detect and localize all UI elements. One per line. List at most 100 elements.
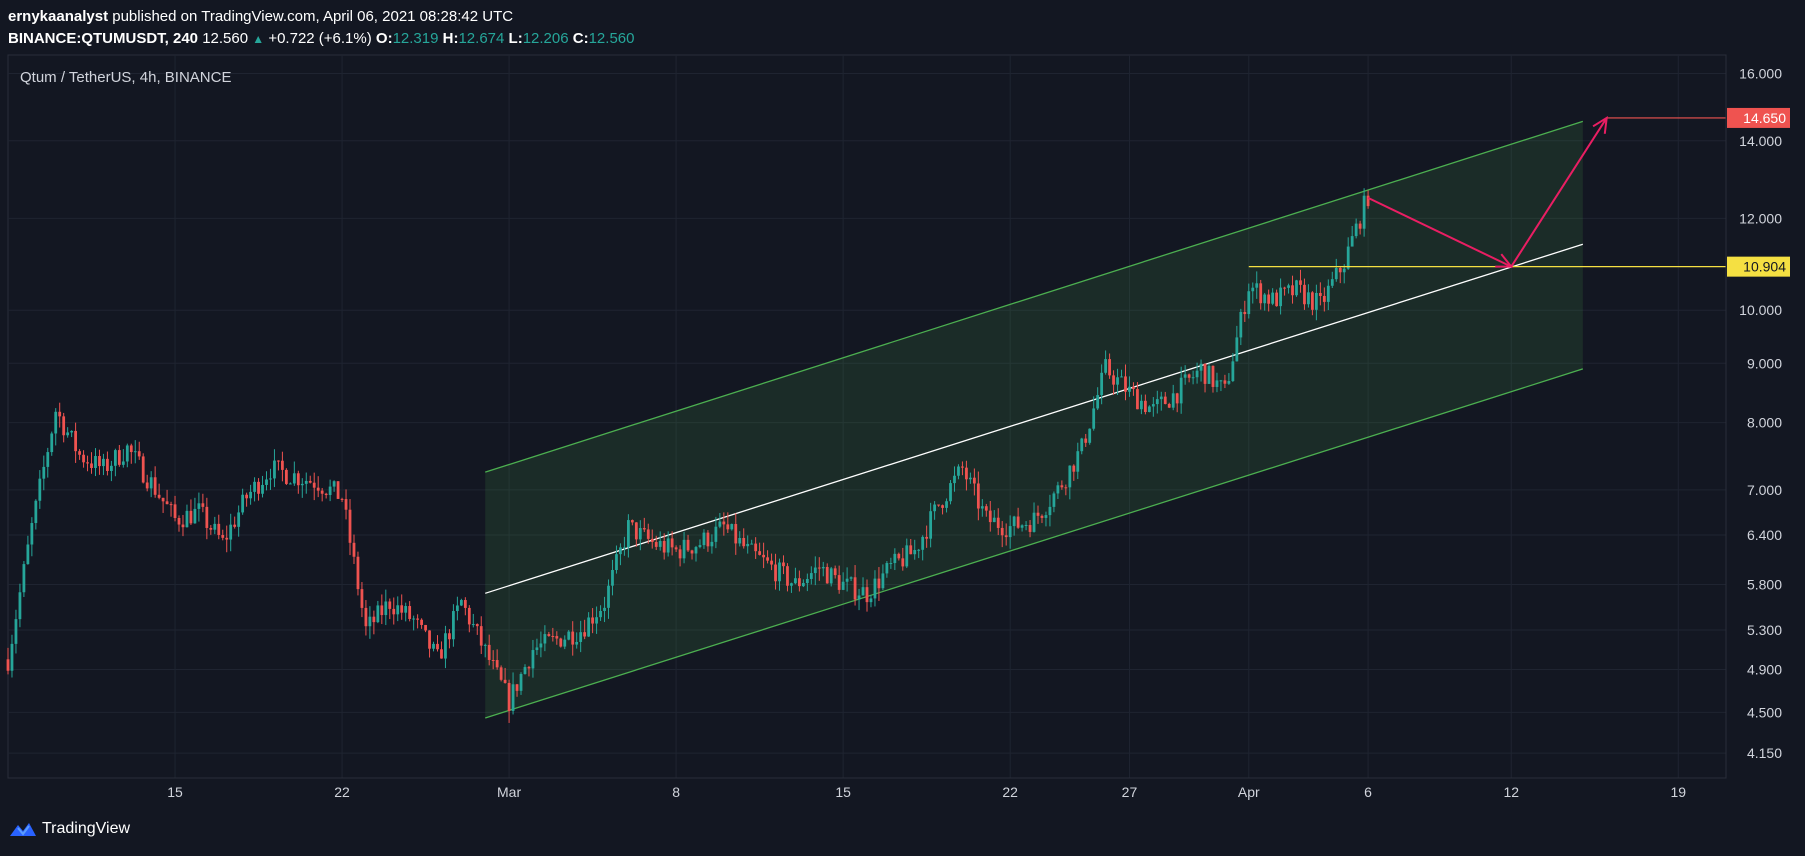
candle-body	[392, 608, 396, 615]
candle-body	[145, 482, 149, 489]
candle-body	[587, 617, 591, 637]
candle-body	[603, 607, 606, 611]
candle-body	[320, 490, 324, 494]
time-tick-label: Mar	[497, 784, 521, 800]
candle-body	[821, 566, 825, 569]
candle-body	[865, 587, 869, 603]
candle-body	[845, 578, 849, 582]
candle-body	[678, 549, 682, 559]
candle-body	[328, 486, 332, 496]
candle-body	[22, 564, 26, 593]
candle-body	[746, 543, 750, 547]
candle-body	[479, 626, 483, 646]
candle-body	[925, 536, 929, 539]
candle-body	[969, 477, 972, 480]
candle-body	[110, 465, 113, 472]
candle-body	[1151, 404, 1155, 407]
candle-body	[543, 634, 547, 644]
price-chart[interactable]: Qtum / TetherUS, 4h, BINANCE 4.1504.5004…	[0, 0, 1805, 856]
time-tick-label: 6	[1364, 784, 1372, 800]
candle-body	[734, 524, 738, 544]
candle-body	[161, 497, 165, 502]
candle-body	[873, 578, 877, 599]
candle-body	[475, 624, 479, 627]
candle-body	[1080, 438, 1084, 452]
candle-body	[945, 501, 948, 508]
price-axis[interactable]: 4.150 4.500 4.900 5.300 5.800 6.400 7.000 8.000…	[1725, 55, 1790, 778]
candle-body	[304, 480, 308, 484]
candle-body	[137, 451, 141, 457]
candle-body	[1072, 465, 1076, 472]
candle-body	[459, 600, 463, 606]
candle-body	[1283, 287, 1286, 289]
candle-body	[209, 527, 213, 530]
candle-body	[257, 481, 260, 494]
candle-body	[841, 581, 845, 590]
candle-body	[583, 632, 587, 637]
candle-body	[1004, 535, 1008, 538]
candle-body	[292, 473, 296, 484]
candle-body	[1056, 485, 1060, 494]
candle-body	[106, 458, 109, 472]
candle-body	[181, 524, 185, 528]
price-tick-label: 4.150	[1747, 745, 1782, 761]
candle-body	[448, 633, 451, 640]
time-axis[interactable]: 15 22 Mar 8 15 22 27 Apr 6 12 19	[8, 777, 1726, 800]
candle-body	[702, 532, 706, 546]
candle-body	[62, 416, 66, 436]
price-tick-label: 14.000	[1739, 133, 1782, 149]
candle-body	[412, 618, 416, 620]
candle-body	[1279, 287, 1282, 307]
candle-body	[742, 537, 746, 547]
price-tick-label: 12.000	[1739, 210, 1782, 226]
candle-body	[217, 523, 221, 535]
candle-body	[1171, 393, 1175, 408]
candle-body	[595, 617, 598, 624]
candle-body	[881, 573, 885, 589]
brand-name[interactable]: TradingView	[42, 820, 130, 838]
candle-body	[857, 595, 861, 600]
chart-title: Qtum / TetherUS, 4h, BINANCE	[20, 69, 231, 86]
time-tick-label: 8	[672, 784, 680, 800]
candle-body	[416, 618, 420, 620]
candle-body	[221, 534, 225, 538]
candle-body	[690, 550, 694, 554]
candle-body	[380, 605, 384, 616]
candle-body	[312, 482, 316, 488]
candle-body	[269, 478, 272, 480]
candle-body	[10, 643, 14, 671]
candle-body	[396, 605, 400, 615]
candle-body	[893, 553, 897, 564]
candle-body	[988, 510, 992, 523]
candle-body	[646, 529, 650, 539]
candle-body	[169, 504, 173, 506]
candle-body	[1330, 279, 1334, 286]
candle-body	[754, 543, 758, 552]
candle-body	[794, 578, 797, 584]
candle-body	[308, 480, 312, 483]
candle-body	[193, 508, 197, 524]
candle-body	[436, 643, 439, 650]
candle-body	[1215, 380, 1219, 387]
candle-body	[905, 545, 909, 567]
candle-body	[853, 577, 857, 600]
candle-body	[340, 498, 344, 500]
candle-body	[94, 456, 97, 468]
candle-body	[86, 462, 89, 464]
candle-body	[173, 504, 177, 519]
candle-body	[1191, 377, 1195, 379]
candle-body	[177, 518, 181, 525]
target-price-label: 14.650	[1743, 110, 1786, 126]
candle-body	[626, 520, 630, 548]
candle-body	[1012, 516, 1016, 527]
time-tick-label: 22	[1002, 784, 1018, 800]
candle-body	[404, 606, 408, 613]
candle-body	[885, 563, 889, 574]
candle-body	[1044, 515, 1048, 518]
candle-body	[1354, 223, 1358, 237]
candle-body	[189, 510, 193, 524]
tradingview-logo-icon[interactable]	[8, 820, 38, 838]
candle-body	[364, 607, 368, 627]
candle-body	[1322, 295, 1326, 302]
candle-body	[730, 524, 734, 530]
